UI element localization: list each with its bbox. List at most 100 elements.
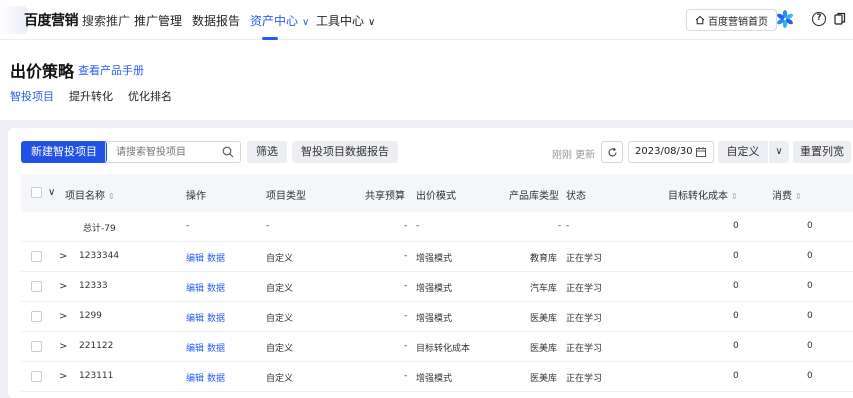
expand-icon[interactable]: > bbox=[59, 281, 67, 292]
expand-icon[interactable]: > bbox=[59, 251, 67, 262]
spend: 0 bbox=[807, 371, 813, 381]
top-nav: 百度营销 搜索推广 推广管理 数据报告 资产中心 ∨ 工具中心 ∨ 百度营销首页 ? bbox=[0, 0, 853, 40]
product-type: 汽车库 bbox=[530, 284, 558, 294]
nav-item-promotion-management[interactable]: 推广管理 bbox=[134, 12, 182, 29]
table-row[interactable]: > 1233344 编辑 数据 自定义 - 增强模式 教育库 正在学习 0 0 bbox=[21, 242, 853, 272]
app-flower-icon[interactable] bbox=[775, 9, 795, 29]
search-icon[interactable] bbox=[222, 146, 234, 158]
project-type: 自定义 bbox=[266, 344, 294, 354]
shared-budget: - bbox=[404, 281, 408, 291]
col-header-actions: 操作 bbox=[186, 191, 206, 202]
expand-icon[interactable]: > bbox=[59, 341, 67, 352]
row-checkbox[interactable] bbox=[31, 281, 42, 292]
tab-smart-projects[interactable]: 智投项目 bbox=[10, 88, 54, 104]
status: 正在学习 bbox=[566, 314, 603, 324]
select-all-checkbox[interactable] bbox=[31, 187, 42, 198]
nav-item-data-report[interactable]: 数据报告 bbox=[192, 12, 240, 29]
select-chevron-icon[interactable]: ∨ bbox=[48, 187, 55, 198]
brand-logo[interactable]: 百度营销 搜索推广 bbox=[0, 6, 130, 34]
product-type: 教育库 bbox=[530, 254, 558, 264]
nav-item-tool-center[interactable]: 工具中心 ∨ bbox=[316, 12, 375, 29]
bid-mode: 增强模式 bbox=[416, 374, 453, 384]
col-header-type: 项目类型 bbox=[266, 191, 306, 202]
col-header-name[interactable]: 项目名称 ⇕ bbox=[65, 187, 115, 202]
col-header-target-cost[interactable]: 目标转化成本 ⇕ bbox=[668, 187, 738, 202]
target-cost: 0 bbox=[733, 311, 739, 321]
total-type: - bbox=[266, 221, 270, 231]
row-checkbox[interactable] bbox=[31, 311, 42, 322]
table-row[interactable]: > 123111 编辑 数据 自定义 - 增强模式 医美库 正在学习 0 0 bbox=[21, 362, 853, 392]
custom-columns-button[interactable]: 自定义 bbox=[718, 141, 768, 163]
spend: 0 bbox=[807, 281, 813, 291]
edit-link[interactable]: 编辑 bbox=[186, 371, 204, 384]
project-type: 自定义 bbox=[266, 254, 294, 264]
row-checkbox[interactable] bbox=[31, 341, 42, 352]
target-cost: 0 bbox=[733, 251, 739, 261]
spend: 0 bbox=[807, 311, 813, 321]
total-target-cost: 0 bbox=[733, 221, 739, 231]
row-checkbox[interactable] bbox=[31, 371, 42, 382]
search-input[interactable] bbox=[106, 142, 216, 162]
target-cost: 0 bbox=[733, 371, 739, 381]
row-checkbox[interactable] bbox=[31, 251, 42, 262]
calendar-icon bbox=[696, 147, 706, 157]
projects-panel: 新建智投项目 筛选 智投项目数据报告 刚刚 更新 2023/08/30 自定义 … bbox=[8, 128, 853, 398]
status: 正在学习 bbox=[566, 284, 603, 294]
project-name: 1233344 bbox=[79, 251, 120, 261]
edit-link[interactable]: 编辑 bbox=[186, 251, 204, 264]
data-link[interactable]: 数据 bbox=[207, 371, 225, 384]
data-link[interactable]: 数据 bbox=[207, 341, 225, 354]
status: 正在学习 bbox=[566, 344, 603, 354]
product-type: 医美库 bbox=[530, 314, 558, 324]
table-row[interactable]: > 12333 编辑 数据 自定义 - 增强模式 汽车库 正在学习 0 0 bbox=[21, 272, 853, 302]
new-project-button[interactable]: 新建智投项目 bbox=[21, 141, 107, 163]
expand-icon[interactable]: > bbox=[59, 311, 67, 322]
project-search-field[interactable] bbox=[105, 141, 241, 163]
col-header-budget: 共享预算 bbox=[365, 191, 405, 202]
logo-text: 百度营销 bbox=[24, 13, 79, 29]
marketing-home-button[interactable]: 百度营销首页 bbox=[686, 9, 777, 31]
col-header-spend[interactable]: 消费 ⇕ bbox=[772, 187, 802, 202]
data-link[interactable]: 数据 bbox=[207, 251, 225, 264]
shared-budget: - bbox=[404, 251, 408, 261]
copy-icon[interactable] bbox=[834, 12, 846, 26]
target-cost: 0 bbox=[733, 281, 739, 291]
project-name: 1299 bbox=[79, 311, 102, 321]
bid-mode: 目标转化成本 bbox=[416, 344, 471, 354]
date-value: 2023/08/30 bbox=[635, 146, 693, 157]
table-row[interactable]: > 1299 编辑 数据 自定义 - 增强模式 医美库 正在学习 0 0 bbox=[21, 302, 853, 332]
project-type: 自定义 bbox=[266, 314, 294, 324]
project-name: 221122 bbox=[79, 341, 114, 351]
sort-icon[interactable]: ⇕ bbox=[731, 192, 738, 201]
data-link[interactable]: 数据 bbox=[207, 281, 225, 294]
filter-button[interactable]: 筛选 bbox=[247, 141, 287, 163]
expand-icon[interactable]: > bbox=[59, 371, 67, 382]
sort-icon[interactable]: ⇕ bbox=[108, 192, 115, 201]
bid-mode: 增强模式 bbox=[416, 254, 453, 264]
help-icon[interactable]: ? bbox=[812, 12, 826, 26]
edit-link[interactable]: 编辑 bbox=[186, 311, 204, 324]
nav-item-asset-center[interactable]: 资产中心 ∨ bbox=[250, 12, 309, 29]
chevron-down-icon[interactable]: ∨ bbox=[769, 141, 789, 163]
data-link[interactable]: 数据 bbox=[207, 311, 225, 324]
total-bid-mode: - bbox=[416, 221, 420, 231]
sort-icon[interactable]: ⇕ bbox=[795, 192, 802, 201]
project-name: 12333 bbox=[79, 281, 108, 291]
edit-link[interactable]: 编辑 bbox=[186, 281, 204, 294]
refresh-icon bbox=[607, 147, 617, 156]
date-picker[interactable]: 2023/08/30 bbox=[628, 141, 714, 163]
home-icon bbox=[695, 15, 705, 25]
product-manual-link[interactable]: 查看产品手册 bbox=[78, 62, 144, 78]
tab-optimize-ranking[interactable]: 优化排名 bbox=[128, 88, 172, 104]
spend: 0 bbox=[807, 251, 813, 261]
page-header: 出价策略 查看产品手册 智投项目 提升转化 优化排名 bbox=[0, 40, 853, 120]
edit-link[interactable]: 编辑 bbox=[186, 341, 204, 354]
project-report-button[interactable]: 智投项目数据报告 bbox=[292, 141, 398, 163]
logo-subtitle: 搜索推广 bbox=[82, 13, 131, 28]
reset-column-width-button[interactable]: 重置列宽 bbox=[793, 141, 851, 163]
tab-improve-conversion[interactable]: 提升转化 bbox=[69, 88, 113, 104]
refresh-button[interactable] bbox=[601, 141, 623, 163]
table-row[interactable]: > 221122 编辑 数据 自定义 - 目标转化成本 医美库 正在学习 0 0 bbox=[21, 332, 853, 362]
page-title: 出价策略 bbox=[10, 62, 75, 81]
product-type: 医美库 bbox=[530, 344, 558, 354]
